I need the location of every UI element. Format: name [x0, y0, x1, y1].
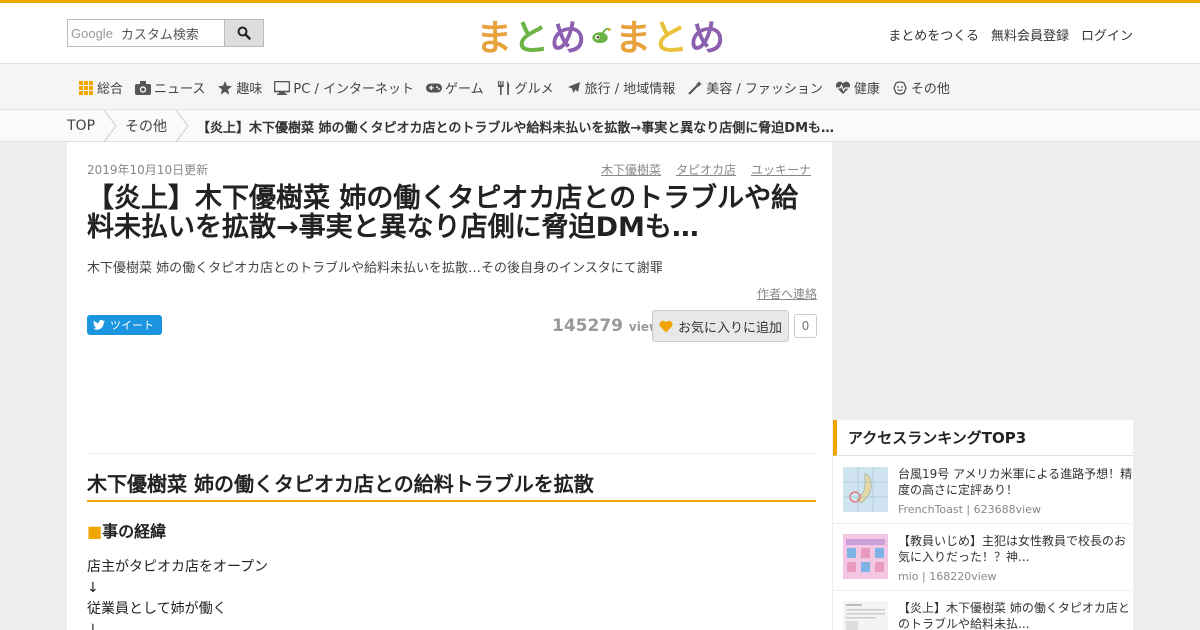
category-label: 美容 / ファッション [706, 82, 823, 97]
breadcrumb-current: 【炎上】木下優樹菜 姉の働くタピオカ店とのトラブルや給料未払いを拡散→事実と異な… [197, 120, 835, 136]
site-logo[interactable]: ま と め ま と め [476, 13, 726, 59]
ranking-item-meta: mio | 168220view [898, 570, 997, 583]
magic-wand-icon [687, 80, 703, 96]
gamepad-icon [425, 80, 442, 96]
heartbeat-icon [835, 80, 851, 96]
favorite-count: 0 [794, 314, 817, 338]
tag-link[interactable]: タピオカ店 [676, 161, 736, 178]
logo-char: と [651, 18, 689, 59]
ranking-item-title: 【炎上】木下優樹菜 姉の働くタピオカ店とのトラブルや給料未払... [898, 601, 1130, 630]
camera-icon [135, 80, 152, 96]
category-label: 趣味 [236, 82, 263, 97]
logo-char: と [513, 18, 551, 59]
category-beauty-fashion[interactable]: 美容 / ファッション [687, 78, 823, 97]
ranking-item-title: 【教員いじめ】主犯は女性教員で校長のお気に入りだった！？神... [898, 534, 1127, 564]
ranking-item-meta: FrenchToast | 623688view [898, 503, 1041, 516]
ranking-thumbnail [843, 601, 888, 630]
article: 2019年10月10日更新 木下優樹菜 タピオカ店 ユッキーナ 【炎上】木下優樹… [67, 142, 832, 630]
article-date: 2019年10月10日更新 [87, 163, 209, 177]
category-game[interactable]: ゲーム [425, 78, 484, 97]
view-count: 145279 view [552, 316, 660, 336]
category-health[interactable]: 健康 [835, 78, 880, 97]
chevron-right-icon [175, 110, 189, 142]
logo-char: ま [476, 18, 514, 59]
star-icon [217, 80, 233, 96]
search-placeholder: カスタム検索 [120, 27, 199, 43]
article-title: 【炎上】木下優樹菜 姉の働くタピオカ店とのトラブルや給料未払いを拡散→事実と異な… [87, 183, 799, 243]
ranking-item[interactable]: 【炎上】木下優樹菜 姉の働くタピオカ店とのトラブルや給料未払... [833, 591, 1133, 630]
category-label: その他 [910, 82, 950, 97]
tag-link[interactable]: 木下優樹菜 [601, 161, 661, 178]
body-line: 店主がタピオカ店をオープン [87, 559, 269, 575]
create-matome-link[interactable]: まとめをつくる [888, 25, 979, 44]
breadcrumb-category[interactable]: その他 [125, 116, 167, 136]
login-link[interactable]: ログイン [1081, 25, 1133, 44]
ranking-title: アクセスランキングTOP3 [833, 420, 1133, 456]
search-form: Google カスタム検索 [67, 19, 264, 47]
category-label: ニュース [154, 82, 206, 97]
search-icon [237, 26, 251, 40]
logo-char: め [688, 18, 726, 59]
category-label: 総合 [97, 82, 124, 97]
heart-icon [659, 320, 673, 332]
google-label: Google [71, 25, 113, 41]
site-header: Google カスタム検索 ま と め ま と め まとめをつくる 無料会員登録… [0, 0, 1200, 64]
favorite-label: お気に入りに追加 [678, 320, 783, 336]
tweet-button[interactable]: ツイート [87, 315, 162, 335]
section-divider [87, 453, 817, 454]
category-nav: 総合 ニュース 趣味 PC / インターネット ゲーム グルメ 旅行 / 地域情… [0, 64, 1200, 110]
grid-icon [78, 80, 94, 96]
chevron-right-icon [103, 110, 117, 142]
category-hobby[interactable]: 趣味 [217, 78, 262, 97]
category-travel[interactable]: 旅行 / 地域情報 [566, 78, 676, 97]
category-sogo[interactable]: 総合 [78, 78, 123, 97]
utensils-icon [496, 80, 512, 96]
category-gourmet[interactable]: グルメ [496, 78, 554, 97]
article-description: 木下優樹菜 姉の働くタピオカ店とのトラブルや給料未払いを拡散…その後自身のインス… [87, 261, 663, 276]
ranking-item-title: 台風19号 アメリカ米軍による進路予想！精度の高さに定評あり！ [898, 467, 1133, 497]
logo-char: め [550, 18, 588, 59]
breadcrumb: TOP その他 【炎上】木下優樹菜 姉の働くタピオカ店とのトラブルや給料未払いを… [0, 110, 1200, 142]
tweet-label: ツイート [110, 319, 154, 332]
contact-author-link[interactable]: 作者へ連絡 [757, 285, 817, 302]
add-favorite-button[interactable]: お気に入りに追加 [652, 310, 789, 342]
ranking-thumbnail [843, 534, 888, 579]
plane-icon [566, 80, 582, 96]
category-news[interactable]: ニュース [135, 78, 205, 97]
category-pc-internet[interactable]: PC / インターネット [274, 78, 414, 97]
twitter-icon [93, 320, 105, 330]
category-label: ゲーム [444, 82, 484, 97]
subheading-mark: ■ [87, 522, 103, 541]
breadcrumb-top[interactable]: TOP [67, 118, 95, 134]
category-label: 健康 [853, 82, 880, 97]
category-label: PC / インターネット [293, 82, 414, 97]
subheading: ■事の経緯 [87, 518, 166, 542]
view-number: 145279 [552, 316, 623, 336]
article-tags: 木下優樹菜 タピオカ店 ユッキーナ [601, 161, 811, 178]
tag-link[interactable]: ユッキーナ [751, 161, 811, 178]
body-line: ↓ [87, 622, 99, 630]
search-input[interactable]: Google カスタム検索 [67, 19, 224, 47]
body-line: ↓ [87, 580, 99, 596]
mascot-logo-icon [592, 27, 611, 44]
category-other[interactable]: その他 [892, 78, 950, 97]
ranking-sidebar: アクセスランキングTOP3 台風19号 アメリカ米軍による進路予想！精度の高さに… [833, 420, 1133, 630]
smile-icon [892, 80, 908, 96]
search-button[interactable] [224, 19, 264, 47]
subheading-text: 事の経緯 [102, 522, 167, 541]
category-label: グルメ [514, 82, 554, 97]
ranking-thumbnail [843, 467, 888, 512]
section-heading: 木下優樹菜 姉の働くタピオカ店との給料トラブルを拡散 [87, 470, 816, 502]
category-label: 旅行 / 地域情報 [584, 82, 676, 97]
ranking-item[interactable]: 【教員いじめ】主犯は女性教員で校長のお気に入りだった！？神... mio | 1… [833, 524, 1133, 591]
logo-char: ま [614, 18, 652, 59]
account-links: まとめをつくる 無料会員登録 ログイン [888, 25, 1133, 44]
article-body: 店主がタピオカ店をオープン ↓ 従業員として姉が働く ↓ [87, 557, 268, 630]
ranking-item[interactable]: 台風19号 アメリカ米軍による進路予想！精度の高さに定評あり！ FrenchTo… [833, 457, 1133, 524]
monitor-icon [274, 80, 291, 96]
register-link[interactable]: 無料会員登録 [991, 25, 1069, 44]
body-line: 従業員として姉が働く [87, 601, 227, 617]
